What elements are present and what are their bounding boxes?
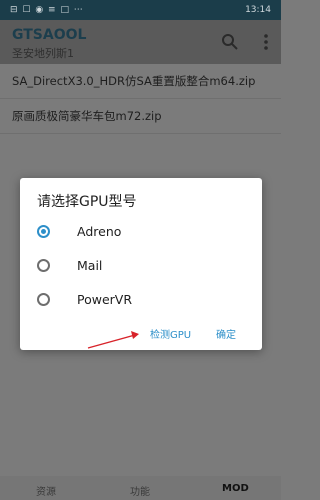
gpu-select-dialog: 请选择GPU型号 Adreno Mail PowerVR 检测GPU 确定 (20, 178, 262, 350)
more-vert-icon[interactable] (263, 32, 269, 52)
file-list: SA_DirectX3.0_HDR仿SA重置版整合m64.zip 原画质极简豪华… (0, 64, 281, 134)
radio-button[interactable] (37, 259, 50, 272)
option-label: Mail (77, 258, 103, 273)
file-item[interactable]: SA_DirectX3.0_HDR仿SA重置版整合m64.zip (0, 64, 281, 99)
radio-button[interactable] (37, 293, 50, 306)
status-icons: ⊟ ☐ ◉ ≡ □ ⋯ (10, 5, 84, 15)
detect-gpu-button[interactable]: 检测GPU (150, 326, 191, 341)
confirm-button[interactable]: 确定 (216, 326, 236, 341)
status-bar: ⊟ ☐ ◉ ≡ □ ⋯ 13:14 (0, 0, 281, 20)
app-bar: GTSAOOL 圣安地列斯1 (0, 20, 281, 64)
option-label: PowerVR (77, 292, 133, 307)
dialog-title: 请选择GPU型号 (37, 194, 137, 210)
tab-functions[interactable]: 功能 (130, 483, 150, 498)
app-subtitle: 圣安地列斯1 (12, 47, 74, 60)
app-title: GTSAOOL (12, 27, 87, 43)
bottom-nav: 资源 功能 MOD (0, 476, 281, 500)
tab-resources[interactable]: 资源 (36, 483, 56, 498)
tab-mod[interactable]: MOD (222, 483, 249, 494)
option-adreno[interactable]: Adreno (37, 222, 247, 248)
option-mail[interactable]: Mail (37, 256, 247, 282)
option-label: Adreno (77, 224, 122, 239)
search-icon[interactable] (221, 33, 239, 51)
status-time: 13:14 (245, 5, 271, 15)
radio-button[interactable] (37, 225, 50, 238)
option-powervr[interactable]: PowerVR (37, 290, 247, 316)
file-item[interactable]: 原画质极简豪华车包m72.zip (0, 99, 281, 134)
